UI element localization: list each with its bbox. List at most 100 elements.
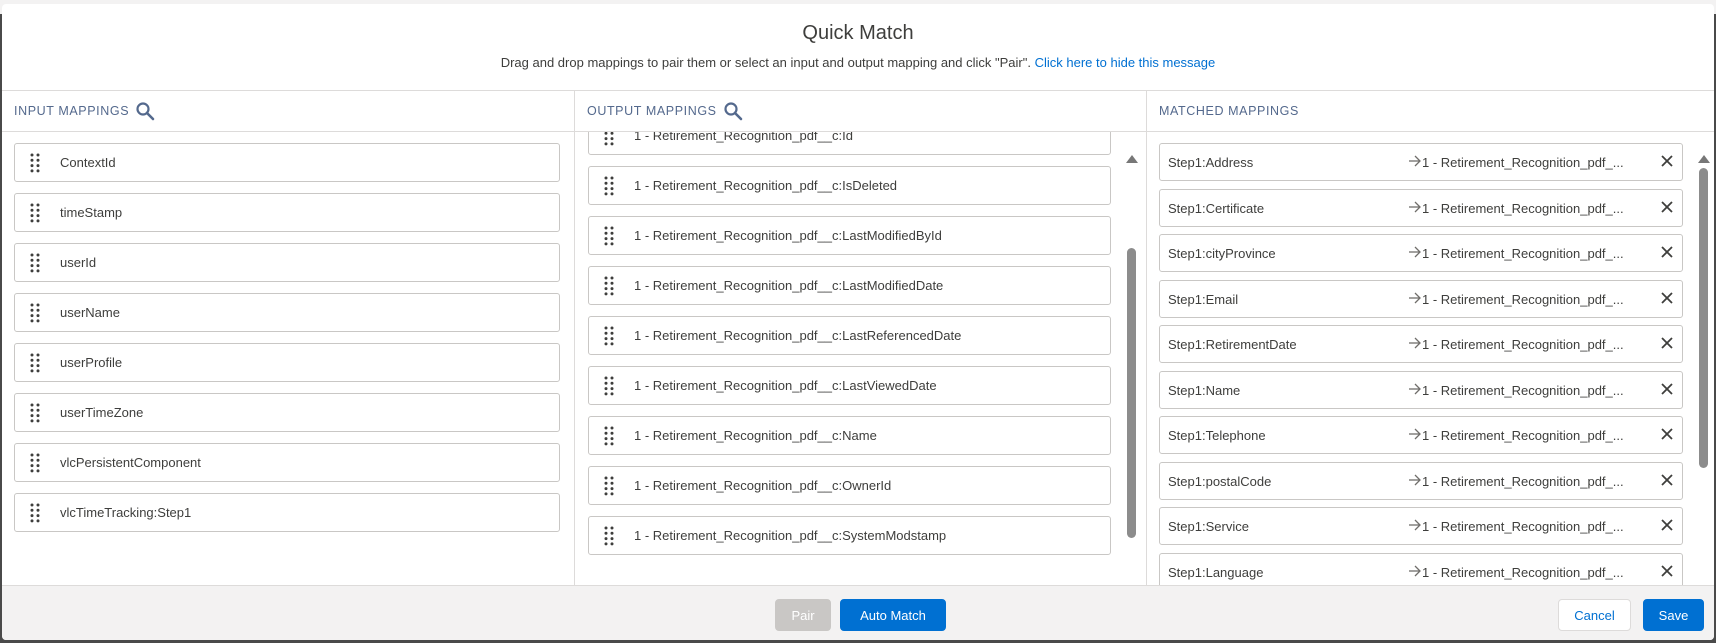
instructions-text: Drag and drop mappings to pair them or s… xyxy=(500,55,1031,70)
matched-input-label: Step1:Address xyxy=(1168,155,1254,170)
input-mapping-item[interactable]: userTimeZone xyxy=(14,393,560,432)
drag-handle-icon[interactable] xyxy=(603,276,615,296)
close-icon[interactable] xyxy=(1661,155,1673,167)
output-mapping-label: 1 - Retirement_Recognition_pdf__c:LastRe… xyxy=(634,328,962,343)
matched-input-label: Step1:Certificate xyxy=(1168,200,1265,216)
close-icon[interactable] xyxy=(1661,428,1673,440)
close-icon[interactable] xyxy=(1661,200,1673,213)
drag-handle-icon[interactable] xyxy=(29,403,41,423)
input-mapping-item[interactable]: vlcPersistentComponent xyxy=(14,443,560,482)
drag-handle-icon[interactable] xyxy=(29,503,41,523)
input-mapping-item[interactable]: userId xyxy=(14,243,560,282)
matched-scrollbar[interactable] xyxy=(1697,142,1711,585)
matched-output-label: 1 - Retirement_Recognition_pdf_... xyxy=(1422,200,1624,216)
input-mapping-item[interactable]: userProfile xyxy=(14,343,560,382)
drag-handle-icon[interactable] xyxy=(603,426,615,446)
close-icon[interactable] xyxy=(1661,473,1673,486)
scroll-up-arrow-icon[interactable] xyxy=(1126,155,1138,163)
matched-mapping-item[interactable]: Step1:Language 1 - Retirement_Recognition… xyxy=(1159,552,1683,585)
close-icon[interactable] xyxy=(1661,519,1673,531)
pair-button[interactable]: Pair xyxy=(775,599,831,631)
matched-mapping-item[interactable]: Step1:Address 1 - Retirement_Recognition_… xyxy=(1159,143,1683,181)
drag-handle-icon[interactable] xyxy=(603,526,615,546)
modal-footer: Pair Auto Match Cancel Save xyxy=(2,585,1714,640)
matched-mapping-item[interactable]: Step1:Telephone 1 - Retirement_Recognitio… xyxy=(1159,416,1683,454)
drag-handle-icon[interactable] xyxy=(29,153,41,173)
drag-handle-icon[interactable] xyxy=(29,353,41,373)
output-mapping-item[interactable]: 1 - Retirement_Recognition_pdf__c:LastMo… xyxy=(588,216,1111,255)
input-mapping-label: userProfile xyxy=(60,355,123,370)
matched-output-label: 1 - Retirement_Recognition_pdf_... xyxy=(1422,291,1624,307)
matched-mappings-title: MATCHED MAPPINGS xyxy=(1159,104,1299,118)
search-icon[interactable] xyxy=(723,101,743,121)
close-icon[interactable] xyxy=(1661,291,1673,304)
drag-handle-icon[interactable] xyxy=(29,203,41,223)
matched-mapping-item[interactable]: Step1:Name 1 - Retirement_Recognition_pdf… xyxy=(1159,370,1683,409)
output-mapping-label: 1 - Retirement_Recognition_pdf__c:OwnerI… xyxy=(634,478,892,493)
matched-input-label: Step1:postalCode xyxy=(1168,473,1272,489)
output-mapping-item[interactable]: 1 - Retirement_Recognition_pdf__c:IsDele… xyxy=(588,166,1111,205)
drag-handle-icon[interactable] xyxy=(603,476,615,496)
matched-mapping-item[interactable]: Step1:Certificate 1 - Retirement_Recognit… xyxy=(1159,188,1683,227)
matched-output-label: 1 - Retirement_Recognition_pdf_... xyxy=(1422,155,1624,170)
matched-output-label: 1 - Retirement_Recognition_pdf_... xyxy=(1422,382,1624,398)
drag-handle-icon[interactable] xyxy=(29,453,41,473)
arrow-right-icon xyxy=(1408,473,1422,487)
close-icon[interactable] xyxy=(1661,564,1673,577)
drag-handle-icon[interactable] xyxy=(603,176,615,196)
output-mapping-item[interactable]: 1 - Retirement_Recognition_pdf__c:LastRe… xyxy=(588,316,1111,355)
output-mapping-label: 1 - Retirement_Recognition_pdf__c:LastMo… xyxy=(634,278,944,293)
arrow-right-icon xyxy=(1408,154,1422,168)
drag-handle-icon[interactable] xyxy=(603,376,615,396)
matched-input-label: Step1:cityProvince xyxy=(1168,246,1276,261)
modal-title: Quick Match xyxy=(802,22,914,44)
modal-instructions: Drag and drop mappings to pair them or s… xyxy=(2,55,1714,70)
output-mapping-item[interactable]: 1 - Retirement_Recognition_pdf__c:Id xyxy=(588,132,1111,155)
output-scrollbar[interactable] xyxy=(1125,142,1139,585)
close-icon[interactable] xyxy=(1661,246,1673,258)
output-mapping-item[interactable]: 1 - Retirement_Recognition_pdf__c:LastMo… xyxy=(588,266,1111,305)
input-mappings-list: ContextId timeStamp userId userName userProf… xyxy=(2,132,574,585)
drag-handle-icon[interactable] xyxy=(603,226,615,246)
matched-mapping-item[interactable]: Step1:Service 1 - Retirement_Recognition_… xyxy=(1159,507,1683,545)
arrow-right-icon xyxy=(1408,564,1422,578)
drag-handle-icon[interactable] xyxy=(603,132,615,146)
matched-mapping-item[interactable]: Step1:postalCode 1 - Retirement_Recogniti… xyxy=(1159,461,1683,500)
matched-mapping-item[interactable]: Step1:RetirementDate 1 - Retirement_Recog… xyxy=(1159,325,1683,363)
arrow-right-icon xyxy=(1408,245,1422,259)
search-icon[interactable] xyxy=(135,101,155,121)
scrollbar-thumb[interactable] xyxy=(1127,248,1136,538)
matched-mapping-item[interactable]: Step1:Email 1 - Retirement_Recognition_pd… xyxy=(1159,279,1683,318)
input-mapping-item[interactable]: ContextId xyxy=(14,143,560,182)
save-button[interactable]: Save xyxy=(1643,599,1704,631)
matched-mapping-item[interactable]: Step1:cityProvince 1 - Retirement_Recogni… xyxy=(1159,234,1683,272)
matched-input-label: Step1:Language xyxy=(1168,564,1264,580)
input-mapping-item[interactable]: vlcTimeTracking:Step1 xyxy=(14,493,560,532)
matched-output-label: 1 - Retirement_Recognition_pdf_... xyxy=(1422,473,1624,489)
drag-handle-icon[interactable] xyxy=(29,303,41,323)
quick-match-modal: Quick Match Drag and drop mappings to pa… xyxy=(2,4,1714,640)
output-mapping-item[interactable]: 1 - Retirement_Recognition_pdf__c:OwnerI… xyxy=(588,466,1111,505)
close-icon[interactable] xyxy=(1661,337,1673,349)
output-mapping-item[interactable]: 1 - Retirement_Recognition_pdf__c:LastVi… xyxy=(588,366,1111,405)
input-mapping-item[interactable]: userName xyxy=(14,293,560,332)
output-mapping-item[interactable]: 1 - Retirement_Recognition_pdf__c:Name xyxy=(588,416,1111,455)
input-mappings-header: INPUT MAPPINGS xyxy=(2,91,574,132)
matched-mappings-list: Step1:Language 1 - Retirement_Recognition… xyxy=(1147,132,1714,585)
output-mapping-item[interactable]: 1 - Retirement_Recognition_pdf__c:System… xyxy=(588,516,1111,555)
scrollbar-thumb[interactable] xyxy=(1699,168,1708,468)
drag-handle-icon[interactable] xyxy=(29,253,41,273)
mapping-columns: INPUT MAPPINGS ContextId timeStamp userId u… xyxy=(2,91,1714,585)
input-mapping-label: timeStamp xyxy=(60,205,123,220)
drag-handle-icon[interactable] xyxy=(603,326,615,346)
auto-match-button[interactable]: Auto Match xyxy=(840,599,946,631)
matched-output-label: 1 - Retirement_Recognition_pdf_... xyxy=(1422,428,1624,443)
input-mapping-item[interactable]: timeStamp xyxy=(14,193,560,232)
output-mapping-label: 1 - Retirement_Recognition_pdf__c:LastVi… xyxy=(634,378,937,393)
output-mappings-list: 1 - Retirement_Recognition_pdf__c:System… xyxy=(575,132,1146,585)
cancel-button[interactable]: Cancel xyxy=(1558,599,1631,631)
scroll-up-arrow-icon[interactable] xyxy=(1698,155,1710,163)
close-icon[interactable] xyxy=(1661,382,1673,395)
output-mappings-column: OUTPUT MAPPINGS 1 - Retirement_Recogniti… xyxy=(575,91,1147,585)
hide-message-link[interactable]: Click here to hide this message xyxy=(1035,55,1216,70)
